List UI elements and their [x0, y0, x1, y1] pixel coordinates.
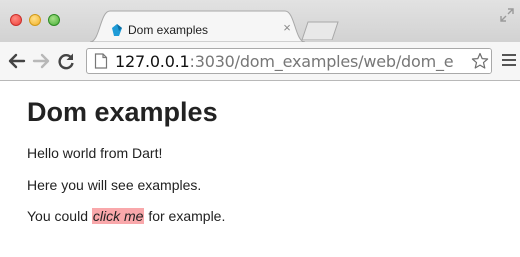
reload-icon[interactable] [57, 52, 75, 70]
click-me-prefix: You could [27, 208, 92, 224]
click-me-line: You could click me for example. [27, 208, 225, 224]
browser-window: Dom examples × 127.0.0.1:3030/dom_exampl… [0, 0, 520, 257]
forward-icon[interactable] [32, 52, 50, 70]
click-me-link[interactable]: click me [91, 208, 145, 224]
menu-icon[interactable] [502, 54, 516, 68]
dart-favicon-icon [112, 24, 122, 36]
back-icon[interactable] [8, 52, 26, 70]
hello-text: Hello world from Dart! [27, 145, 163, 161]
tab-strip: Dom examples × [0, 0, 520, 42]
click-me-suffix: for example. [144, 208, 226, 224]
page-content: Dom examples Hello world from Dart! Here… [0, 81, 520, 257]
tab-title: Dom examples [128, 23, 209, 37]
url-path: :3030/dom_examples/web/dom_e [189, 52, 454, 71]
fullscreen-icon[interactable] [500, 8, 514, 22]
examples-text: Here you will see examples. [27, 177, 202, 193]
minimize-window-button[interactable] [29, 14, 41, 26]
page-title: Dom examples [27, 97, 218, 127]
close-icon[interactable]: × [280, 21, 294, 35]
address-bar[interactable]: 127.0.0.1:3030/dom_examples/web/dom_e [86, 48, 492, 74]
url-host: 127.0.0.1 [115, 52, 190, 71]
zoom-window-button[interactable] [48, 14, 60, 26]
star-icon [471, 52, 489, 69]
toolbar: 127.0.0.1:3030/dom_examples/web/dom_e [0, 42, 520, 81]
page-icon [94, 53, 108, 69]
tab-dom-examples[interactable]: Dom examples × [90, 9, 305, 42]
new-tab-button[interactable] [300, 20, 340, 40]
bookmark-star-button[interactable] [469, 49, 491, 73]
close-window-button[interactable] [10, 14, 22, 26]
url-text[interactable]: 127.0.0.1:3030/dom_examples/web/dom_e [115, 52, 454, 71]
